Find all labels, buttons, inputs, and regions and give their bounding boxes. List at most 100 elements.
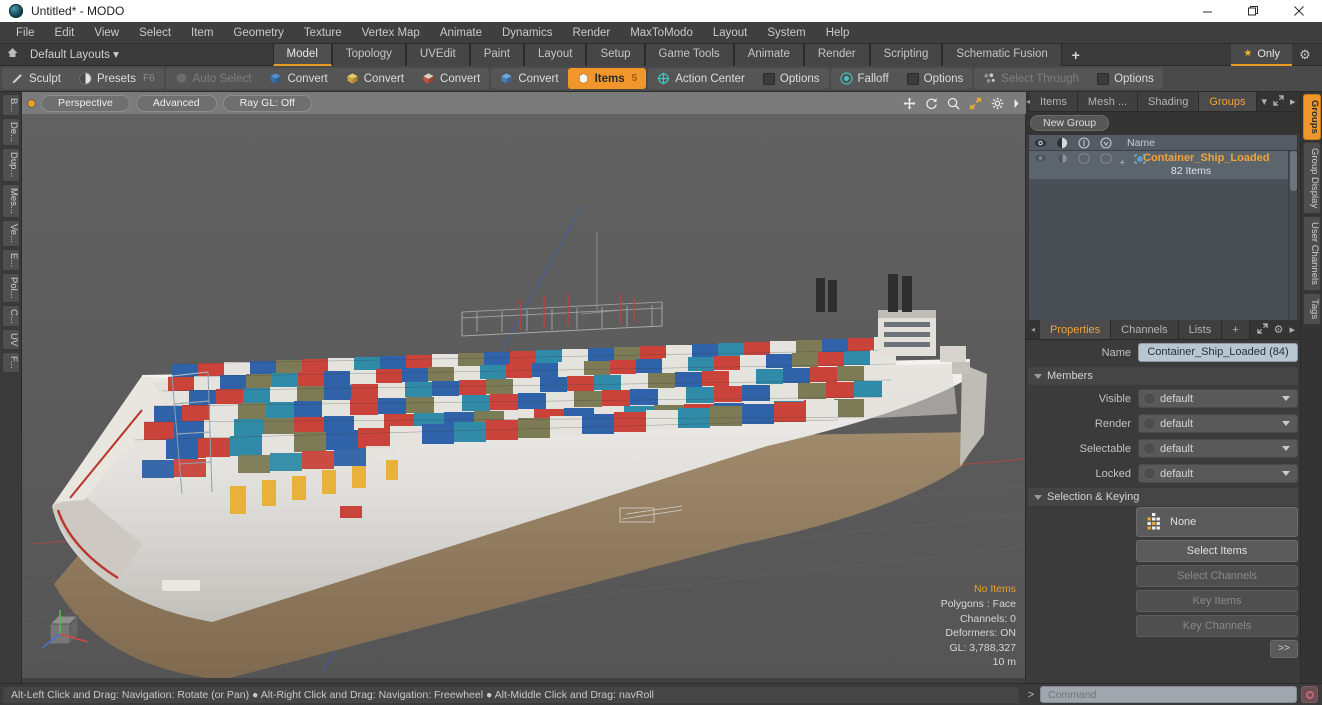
left-tab-polygon[interactable]: Pol... [2,272,20,303]
key-items-button[interactable]: Key Items [1136,590,1298,612]
tab-schematic-fusion[interactable]: Schematic Fusion [942,43,1062,66]
panel-tab-shading[interactable]: Shading [1138,92,1200,111]
tab-model[interactable]: Model [272,43,332,66]
menu-system[interactable]: System [757,22,815,44]
menu-item[interactable]: Item [181,22,223,44]
gear-icon[interactable]: ⚙ [1292,47,1318,63]
menu-geometry[interactable]: Geometry [223,22,294,44]
action-center-button[interactable]: Action Center [648,68,754,89]
minimize-icon[interactable] [1184,0,1230,22]
convert-polygon-button[interactable]: Convert [413,68,489,89]
left-tab-fusion[interactable]: F... [2,352,20,374]
selectable-dropdown[interactable]: default [1138,439,1298,458]
left-tab-basic[interactable]: B... [2,94,20,117]
render-icon[interactable] [1051,135,1073,150]
info-icon[interactable] [1095,135,1117,150]
right-tab-user-channels[interactable]: User Channels [1303,215,1321,291]
toggle-knob-icon[interactable] [1143,442,1156,455]
default-layouts-dropdown[interactable]: Default Layouts ▾ [24,44,131,66]
menu-layout[interactable]: Layout [703,22,758,44]
convert-edge-button[interactable]: Convert [337,68,413,89]
gear-icon[interactable]: ⚙ [1274,323,1284,336]
select-through-button[interactable]: Select Through [974,68,1088,89]
rotate-icon[interactable] [925,97,938,110]
row-info-icon[interactable] [1095,151,1117,179]
left-tab-deform[interactable]: De... [2,118,20,147]
panel-tab-channels[interactable]: Channels [1111,320,1179,339]
add-layout-button[interactable]: + [1062,44,1090,66]
section-selection-keying[interactable]: Selection & Keying [1028,488,1298,506]
more-options-button[interactable]: >> [1270,640,1298,658]
tab-layout[interactable]: Layout [523,43,587,66]
maximize-icon[interactable] [1230,0,1276,22]
lock-icon[interactable] [1073,135,1095,150]
viewport-camera-dropdown[interactable]: Perspective [41,94,130,112]
toggle-knob-icon[interactable] [1143,417,1156,430]
group-item-name[interactable]: Container_Ship_Loaded [1125,151,1297,165]
left-tab-mesh[interactable]: Mes... [2,183,20,218]
left-tab-vertex[interactable]: Ve... [2,219,20,247]
menu-edit[interactable]: Edit [45,22,85,44]
home-icon[interactable] [0,47,24,62]
presets-button[interactable]: Presets F6 [70,68,164,89]
menu-maxtomodo[interactable]: MaxToModo [620,22,703,44]
menu-animate[interactable]: Animate [430,22,492,44]
tab-animate[interactable]: Animate [733,43,804,66]
right-tab-group-display[interactable]: Group Display [1303,141,1321,214]
command-input[interactable] [1040,686,1297,703]
tab-setup[interactable]: Setup [586,43,645,66]
section-members[interactable]: Members [1028,367,1298,385]
gear-icon[interactable] [991,97,1004,110]
chevron-right-icon[interactable]: ▸ [1290,95,1296,108]
falloff-options-button[interactable]: Options [898,68,973,89]
items-mode-button[interactable]: Items 5 [567,68,647,89]
panel-tab-items[interactable]: Items [1030,92,1078,111]
groups-list[interactable]: Name + Container_Ship_Loaded 82 Items [1028,134,1298,332]
menu-file[interactable]: File [6,22,45,44]
record-icon[interactable] [1301,686,1318,703]
eye-icon[interactable] [1029,135,1051,150]
tab-topology[interactable]: Topology [331,43,406,66]
viewport-canvas[interactable]: No Items Polygons : Face Channels: 0 Def… [22,114,1026,678]
right-tab-groups[interactable]: Groups [1303,94,1321,140]
menu-dynamics[interactable]: Dynamics [492,22,562,44]
auto-select-button[interactable]: Auto Select [166,68,261,89]
new-group-button[interactable]: New Group [1030,115,1110,131]
panel-tab-groups[interactable]: Groups [1199,92,1257,111]
menu-render[interactable]: Render [562,22,620,44]
sculpt-button[interactable]: Sculpt [2,68,70,89]
tab-render[interactable]: Render [803,43,870,66]
falloff-button[interactable]: Falloff [831,68,898,89]
row-eye-icon[interactable] [1029,151,1051,179]
fit-icon[interactable] [969,97,982,110]
toggle-knob-icon[interactable] [1143,467,1156,480]
viewport-3d[interactable]: Perspective Advanced Ray GL: Off No Item… [22,92,1026,678]
left-tab-edge[interactable]: E... [2,248,20,271]
select-through-options-button[interactable]: Options [1088,68,1163,89]
close-icon[interactable] [1276,0,1322,22]
menu-view[interactable]: View [84,22,129,44]
chevron-right-icon[interactable]: ▸ [1289,323,1295,336]
tab-uvedit[interactable]: UVEdit [405,43,470,66]
tab-paint[interactable]: Paint [469,43,524,66]
toggle-knob-icon[interactable] [1143,392,1156,405]
convert-items-button[interactable]: Convert [491,68,567,89]
menu-texture[interactable]: Texture [294,22,352,44]
chevron-right-icon[interactable] [1013,98,1020,109]
expander-icon[interactable]: + [1119,157,1125,169]
right-tab-tags[interactable]: Tags [1303,292,1321,325]
only-toggle-button[interactable]: ★ Only [1231,43,1292,66]
row-render-icon[interactable] [1051,151,1073,179]
locked-dropdown[interactable]: default [1138,464,1298,483]
left-tab-curve[interactable]: C... [2,304,20,328]
panel-tab-add[interactable]: + [1222,320,1250,339]
selection-set-none-button[interactable]: None [1136,507,1298,537]
table-row[interactable]: + Container_Ship_Loaded 82 Items [1029,151,1297,179]
action-center-options-button[interactable]: Options [754,68,829,89]
groups-list-scrollbar[interactable] [1288,151,1297,331]
select-items-button[interactable]: Select Items [1136,540,1298,562]
panel-tab-mesh[interactable]: Mesh ... [1077,92,1139,111]
move-icon[interactable] [903,96,916,110]
menu-vertex-map[interactable]: Vertex Map [352,22,430,44]
panel-tab-lists[interactable]: Lists [1178,320,1223,339]
